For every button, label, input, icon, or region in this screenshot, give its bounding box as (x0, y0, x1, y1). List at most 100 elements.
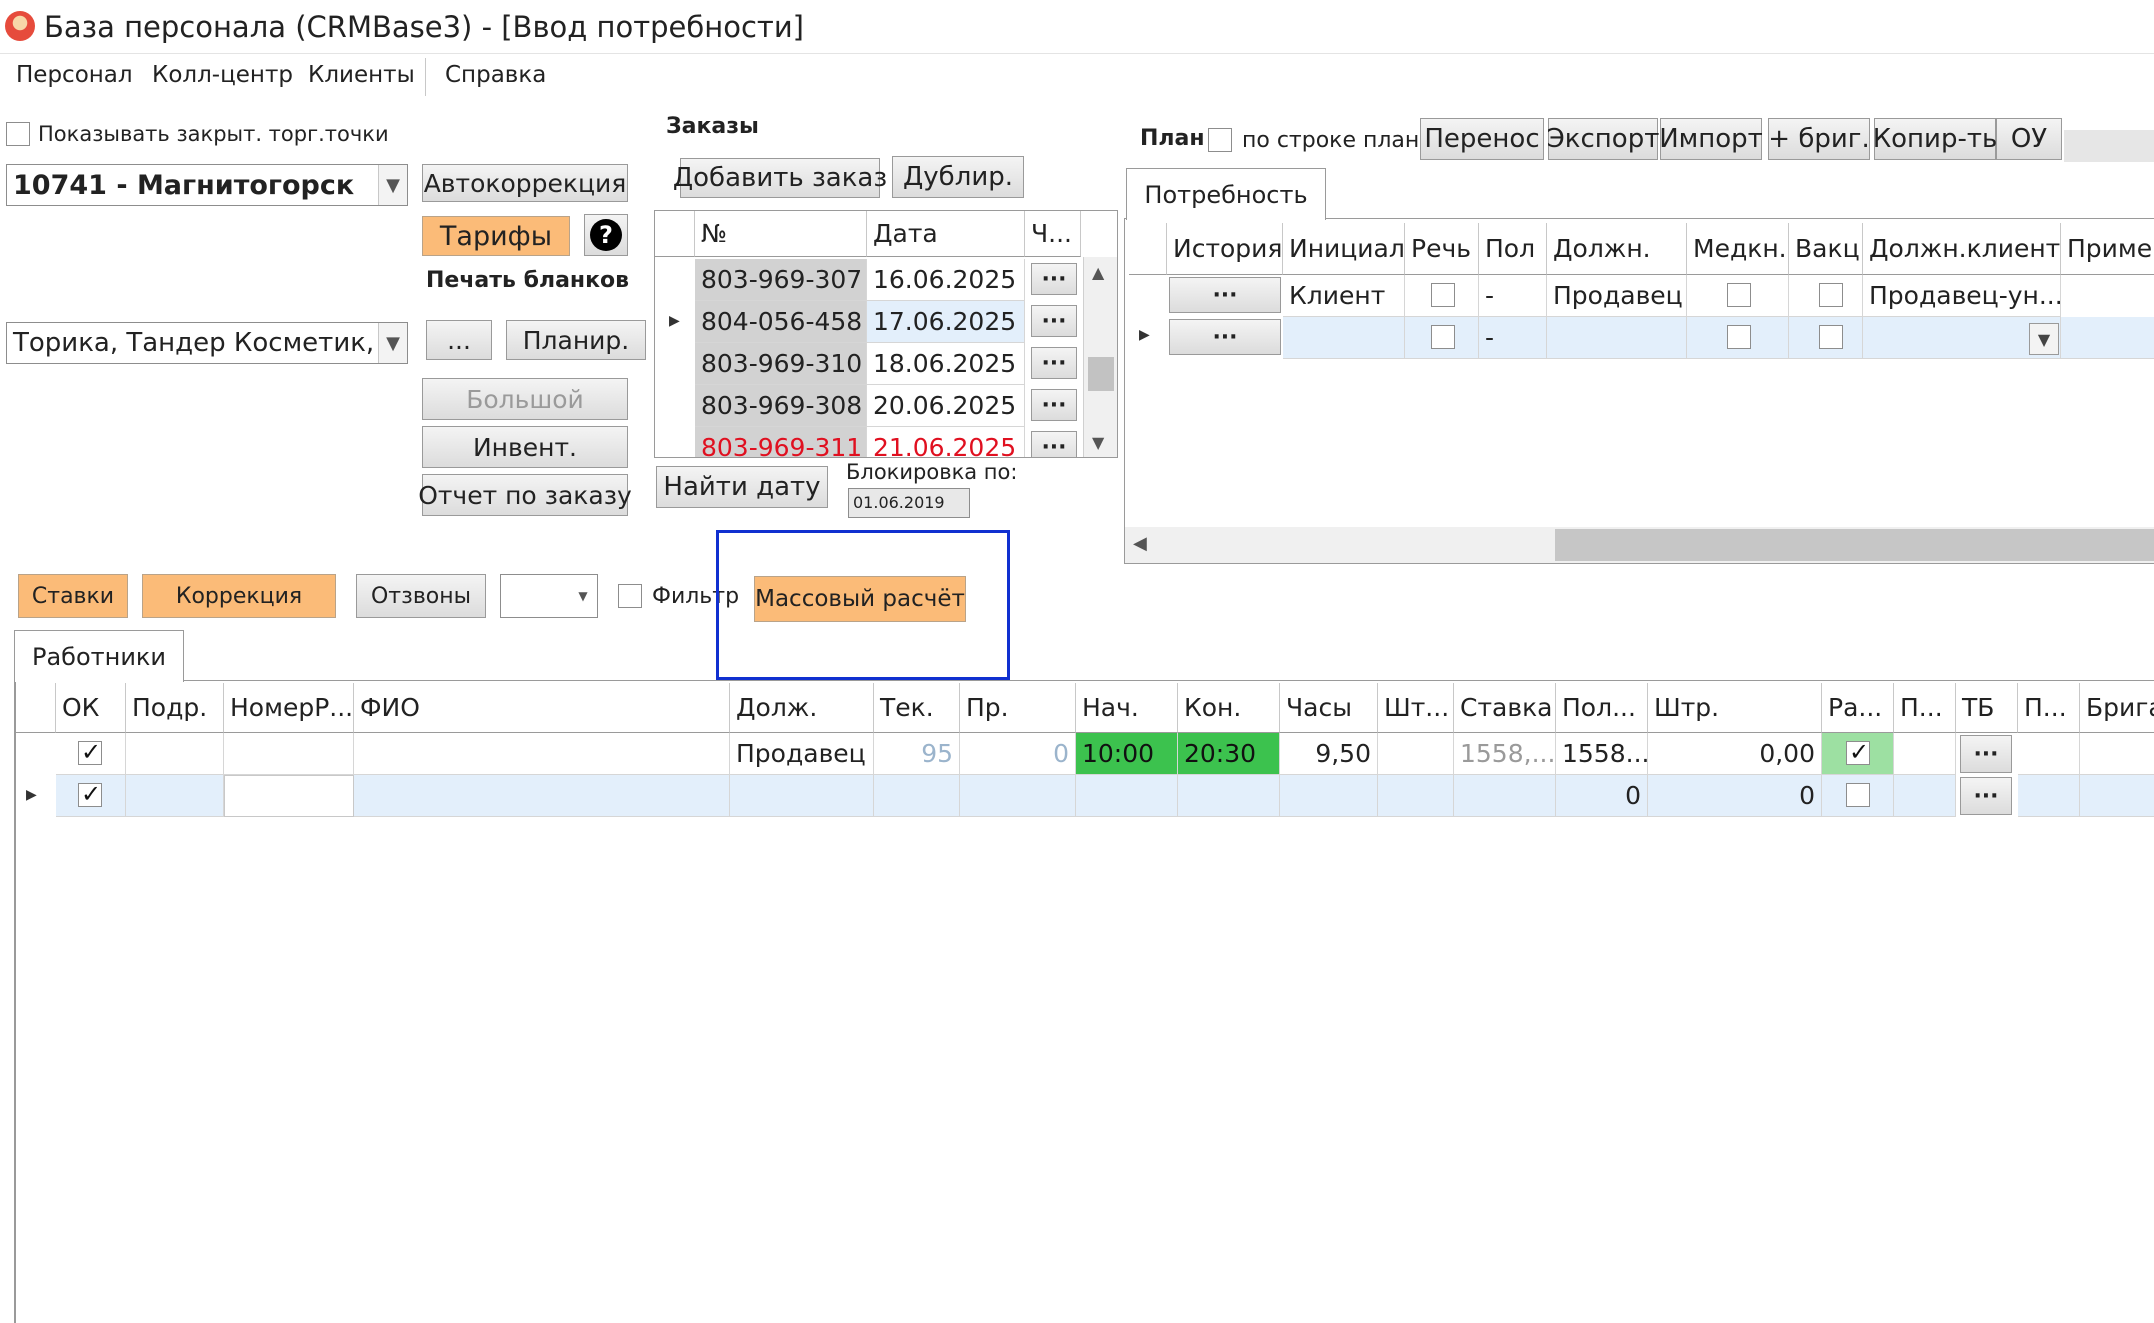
copy-button[interactable]: Копир-ть (1873, 118, 1997, 160)
worker-ok-checkbox[interactable] (78, 780, 102, 808)
workers-header-position[interactable]: Долж. (730, 683, 874, 733)
worker-tb-button[interactable]: ··· (1960, 777, 2012, 815)
orders-title: Заказы (666, 114, 759, 139)
help-icon[interactable]: ? (584, 214, 628, 256)
workers-header-start[interactable]: Нач. (1076, 683, 1178, 733)
need-medbook-checkbox[interactable] (1727, 283, 1751, 307)
need-speech-checkbox[interactable] (1431, 283, 1455, 307)
worker-ra-checkbox[interactable] (1846, 783, 1870, 807)
workers-tab[interactable]: Работники (14, 630, 184, 682)
need-header-initiator[interactable]: Инициал. (1283, 223, 1405, 275)
planning-button[interactable]: Планир. (506, 320, 646, 360)
menu-personnel[interactable]: Персонал (16, 62, 133, 88)
worker-ra-checkbox[interactable] (1846, 738, 1870, 766)
need-header-history[interactable]: История (1167, 223, 1283, 275)
menu-help[interactable]: Справка (445, 62, 546, 88)
workers-header-dept[interactable]: Подр. (126, 683, 224, 733)
worker-p2 (2018, 733, 2080, 775)
workers-header-brigade[interactable]: Бригад (2080, 683, 2154, 733)
duplicate-button[interactable]: Дублир. (892, 156, 1024, 198)
worker-dept (126, 733, 224, 775)
add-order-button[interactable]: Добавить заказ (673, 158, 887, 198)
orders-header-date[interactable]: Дата (867, 211, 1025, 257)
orders-header-num[interactable]: № (695, 211, 867, 257)
invent-button[interactable]: Инвент. (422, 426, 628, 468)
need-tab[interactable]: Потребность (1126, 168, 1326, 220)
import-button[interactable]: Импорт (1659, 118, 1763, 160)
chevron-down-icon[interactable]: ▼ (2029, 323, 2059, 355)
workers-header-ra[interactable]: Ра... (1822, 683, 1894, 733)
scroll-thumb[interactable] (1088, 357, 1114, 391)
workers-header-tb[interactable]: ТБ (1956, 683, 2018, 733)
tariffs-button[interactable]: Тарифы (422, 216, 570, 256)
workers-header-p2[interactable]: П... (2018, 683, 2080, 733)
need-header-speech[interactable]: Речь (1405, 223, 1479, 275)
need-header-position[interactable]: Должн. (1547, 223, 1687, 275)
need-header-sex[interactable]: Пол (1479, 223, 1547, 275)
rates-button[interactable]: Ставки (18, 574, 128, 618)
need-vaccine-checkbox[interactable] (1819, 283, 1843, 307)
worker-number[interactable] (224, 775, 354, 817)
menu-clients[interactable]: Клиенты (308, 62, 415, 88)
scroll-thumb[interactable] (1555, 529, 2154, 561)
workers-header-fine[interactable]: Штр. (1648, 683, 1822, 733)
find-date-button[interactable]: Найти дату (656, 466, 828, 508)
need-vaccine-checkbox[interactable] (1819, 325, 1843, 349)
order-more-button[interactable]: ··· (1031, 389, 1077, 421)
export-button[interactable]: Экспорт (1547, 118, 1659, 160)
workers-header-fio[interactable]: ФИО (354, 683, 730, 733)
worker-tb-button[interactable]: ··· (1960, 735, 2012, 773)
order-more-button[interactable]: ··· (1031, 263, 1077, 295)
callbacks-select[interactable]: ▼ (500, 574, 598, 618)
worker-ok-checkbox[interactable] (78, 738, 102, 766)
need-header-medbook[interactable]: Медкн. (1687, 223, 1789, 275)
workers-header-end[interactable]: Кон. (1178, 683, 1280, 733)
worker-start[interactable] (1076, 775, 1178, 817)
correction-button[interactable]: Коррекция (142, 574, 336, 618)
store-select[interactable]: 10741 - Магнитогорск ▼ (6, 164, 408, 206)
history-button[interactable]: ··· (1169, 319, 1281, 355)
block-date-field[interactable]: 01.06.2019 (848, 488, 970, 518)
filter-checbox[interactable] (618, 584, 642, 608)
need-header-client-position[interactable]: Должн.клиента (1863, 223, 2061, 275)
need-header-vaccine[interactable]: Вакц. (1789, 223, 1863, 275)
scroll-left-icon[interactable]: ◀ (1133, 533, 1147, 554)
workers-header-hours[interactable]: Часы (1280, 683, 1378, 733)
autocorrection-button[interactable]: Автокоррекция (422, 164, 628, 202)
need-hscrollbar[interactable]: ◀ (1125, 527, 2154, 563)
need-medbook-checkbox[interactable] (1727, 325, 1751, 349)
scroll-up-icon[interactable]: ▲ (1092, 263, 1104, 282)
clients-select[interactable]: Торика, Тандер Косметик, Тор ▼ (6, 322, 408, 364)
ou-button[interactable]: ОУ (1996, 118, 2062, 160)
workers-header-ok[interactable]: ОК (56, 683, 126, 733)
order-report-button[interactable]: Отчет по заказу (418, 474, 632, 516)
worker-start[interactable]: 10:00 (1076, 733, 1178, 775)
workers-header-pol[interactable]: Пол... (1556, 683, 1648, 733)
menu-callcenter[interactable]: Колл-центр (152, 62, 293, 88)
history-button[interactable]: ··· (1169, 277, 1281, 313)
transfer-button[interactable]: Перенос (1420, 118, 1544, 160)
worker-end[interactable] (1178, 775, 1280, 817)
order-more-button[interactable]: ··· (1031, 305, 1077, 337)
orders-header-indicator (655, 211, 695, 257)
scroll-down-icon[interactable]: ▼ (1092, 433, 1104, 452)
need-speech-checkbox[interactable] (1431, 325, 1455, 349)
add-brigade-button[interactable]: + бриг. (1768, 118, 1870, 160)
big-button[interactable]: Большой (422, 378, 628, 420)
workers-header-p1[interactable]: П... (1894, 683, 1956, 733)
callbacks-button[interactable]: Отзвоны (356, 574, 486, 618)
workers-header-current[interactable]: Тек. (874, 683, 960, 733)
workers-header-rate[interactable]: Ставка (1454, 683, 1556, 733)
ellipsis-button[interactable]: ... (426, 320, 492, 360)
need-header-note[interactable]: Приме (2061, 223, 2154, 275)
workers-header-pcs[interactable]: Шт... (1378, 683, 1454, 733)
order-more-button[interactable]: ··· (1031, 431, 1077, 457)
plan-by-row-checkbox[interactable] (1208, 128, 1232, 152)
workers-header-number[interactable]: НомерР... (224, 683, 354, 733)
orders-header-more[interactable]: Ч... (1025, 211, 1081, 257)
orders-scrollbar[interactable]: ▲ ▼ (1083, 257, 1117, 457)
worker-end[interactable]: 20:30 (1178, 733, 1280, 775)
order-more-button[interactable]: ··· (1031, 347, 1077, 379)
workers-header-pr[interactable]: Пр. (960, 683, 1076, 733)
show-closed-checkbox[interactable] (6, 122, 30, 146)
